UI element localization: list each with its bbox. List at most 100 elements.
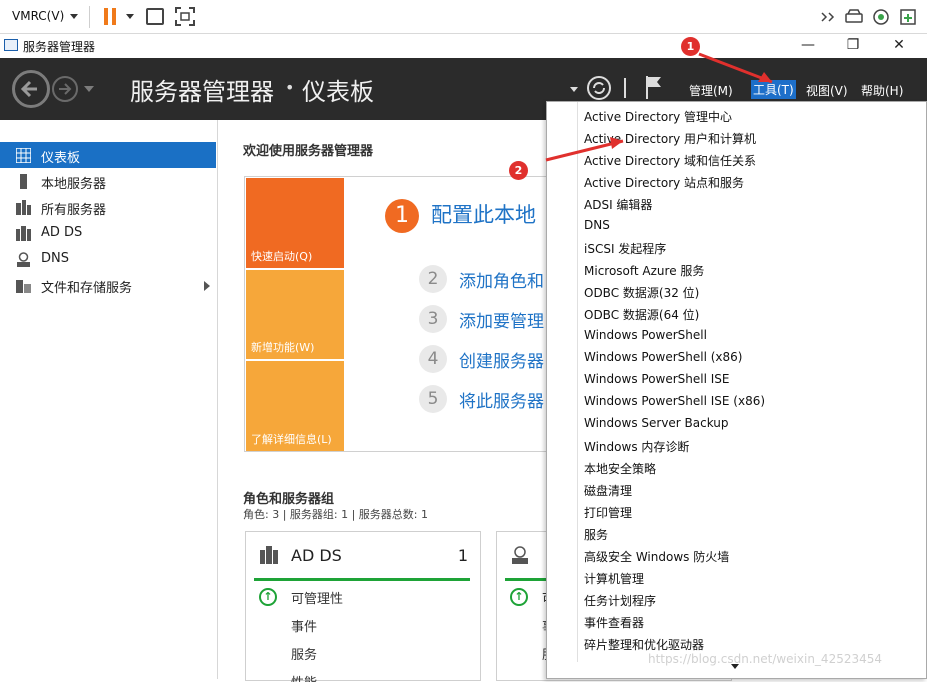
step-number: 3 [419,305,447,333]
annotation-marker-2: 2 [509,161,528,180]
menu-item-iscsi-initiator[interactable]: iSCSI 发起程序 [584,240,666,257]
role-manageability[interactable]: 可管理性 [291,588,343,607]
sidebar-item-label: 本地服务器 [41,177,107,192]
server-icon [16,174,31,189]
menu-item-server-backup[interactable]: Windows Server Backup [584,416,729,430]
toolbar-divider [89,6,90,28]
annotation-marker-1: 1 [681,37,700,56]
menu-item-print-management[interactable]: 打印管理 [584,504,632,521]
menu-item-event-viewer[interactable]: 事件查看器 [584,614,644,631]
sidebar-item-local-server[interactable]: 本地服务器 [0,168,216,194]
menu-item-powershell[interactable]: Windows PowerShell [584,328,707,342]
pause-icon[interactable] [103,8,117,25]
step-link-connect-cloud[interactable]: 将此服务器 [459,387,544,412]
ad-ds-icon [16,226,31,241]
menu-item-task-scheduler[interactable]: 任务计划程序 [584,592,656,609]
menu-item-ad-domains-trusts[interactable]: Active Directory 域和信任关系 [584,152,756,169]
tile-whats-new[interactable]: 新增功能(W) [246,270,344,359]
ad-ds-icon [260,546,278,564]
tile-learn-more[interactable]: 了解详细信息(L) [246,361,344,451]
restore-button[interactable]: ❐ [830,34,876,58]
menu-tools[interactable]: 工具(T) [751,80,796,99]
forward-arrow-icon[interactable] [52,76,78,102]
menu-item-defragment[interactable]: 碎片整理和优化驱动器 [584,636,704,653]
fullscreen-icon[interactable] [175,7,195,26]
chevron-down-icon[interactable] [70,14,78,19]
minimize-button[interactable]: — [785,34,831,58]
menu-item-memory-diagnostic[interactable]: Windows 内存诊断 [584,438,689,455]
network-icon[interactable] [899,8,917,26]
vm-settings-icon[interactable] [872,8,890,26]
menu-item-services[interactable]: 服务 [584,526,608,543]
step-link-create-group[interactable]: 创建服务器 [459,347,544,372]
window-title: 服务器管理器 [23,40,96,54]
breadcrumb-app: 服务器管理器 [130,78,274,106]
close-button[interactable]: ✕ [876,34,922,58]
step-number: 4 [419,345,447,373]
sidebar-item-label: 文件和存储服务 [41,281,133,296]
menu-item-ad-users-computers[interactable]: Active Directory 用户和计算机 [584,130,756,147]
menu-item-powershell-x86[interactable]: Windows PowerShell (x86) [584,350,742,364]
role-events[interactable]: 事件 [291,616,317,635]
roles-section-title: 角色和服务器组 [243,492,335,507]
menu-item-adsi-edit[interactable]: ADSI 编辑器 [584,196,652,213]
menu-view[interactable]: 视图(V) [806,82,848,99]
dns-icon [511,546,529,564]
status-up-arrow-icon: ↑ [259,588,277,606]
step-link-configure[interactable]: 配置此本地 [431,199,536,229]
menu-item-local-security-policy[interactable]: 本地安全策略 [584,460,656,477]
tile-quick-start[interactable]: 快速启动(Q) [246,178,344,268]
status-up-arrow-icon: ↑ [510,588,528,606]
sidebar-item-file-storage[interactable]: 文件和存储服务 [0,272,216,298]
menu-item-powershell-ise-x86[interactable]: Windows PowerShell ISE (x86) [584,394,765,408]
menu-item-odbc-64[interactable]: ODBC 数据源(64 位) [584,306,699,323]
expand-icon[interactable] [820,8,838,26]
sidebar-item-ad-ds[interactable]: AD DS [0,220,216,246]
menu-manage[interactable]: 管理(M) [689,82,733,99]
vmrc-menu[interactable]: VMRC(V) [12,9,64,23]
sidebar-item-label: AD DS [41,225,83,240]
removable-devices-icon[interactable] [845,8,863,26]
back-arrow-icon[interactable] [12,70,50,108]
sidebar: 仪表板 本地服务器 所有服务器 AD DS DNS 文件和存储服务 [0,120,218,679]
sidebar-item-dns[interactable]: DNS [0,246,216,272]
chevron-down-icon[interactable] [126,14,134,19]
menu-item-azure-services[interactable]: Microsoft Azure 服务 [584,262,704,279]
step-link-add-roles[interactable]: 添加角色和 [459,267,544,292]
servers-icon [16,200,31,215]
status-bar [254,578,470,581]
sidebar-item-all-servers[interactable]: 所有服务器 [0,194,216,220]
tile-label: 新增功能(W) [251,341,315,354]
history-dropdown-icon[interactable] [84,86,94,92]
menu-item-firewall[interactable]: 高级安全 Windows 防火墙 [584,548,729,565]
tile-label: 了解详细信息(L) [251,433,332,446]
menu-item-disk-cleanup[interactable]: 磁盘清理 [584,482,632,499]
sidebar-item-label: 所有服务器 [41,203,107,218]
notifications-flag-icon[interactable] [644,74,664,100]
role-performance[interactable]: 性能 [291,672,317,682]
role-count: 1 [457,546,468,565]
menu-item-computer-management[interactable]: 计算机管理 [584,570,644,587]
send-ctrl-alt-del-icon[interactable] [146,8,164,25]
vmrc-toolbar: VMRC(V) [0,0,927,34]
menu-item-ad-sites-services[interactable]: Active Directory 站点和服务 [584,174,744,191]
role-card-ad-ds[interactable]: AD DS 1 ↑ 可管理性 事件 服务 性能 [245,531,481,682]
sidebar-item-label: 仪表板 [41,151,81,166]
sidebar-item-label: DNS [41,251,69,266]
sidebar-item-dashboard[interactable]: 仪表板 [0,142,216,168]
step-number: 5 [419,385,447,413]
menu-item-odbc-32[interactable]: ODBC 数据源(32 位) [584,284,699,301]
chevron-right-icon[interactable] [204,281,210,291]
step-link-add-servers[interactable]: 添加要管理 [459,307,544,332]
window-title-bar: 服务器管理器 — ❐ ✕ [0,34,927,58]
menu-help[interactable]: 帮助(H) [861,82,903,99]
menu-item-powershell-ise[interactable]: Windows PowerShell ISE [584,372,730,386]
role-name: AD DS [291,546,342,565]
menu-item-ad-admin-center[interactable]: Active Directory 管理中心 [584,108,732,125]
tile-label: 快速启动(Q) [251,250,313,263]
refresh-icon[interactable] [587,76,611,100]
role-services[interactable]: 服务 [291,644,317,663]
menu-item-dns[interactable]: DNS [584,218,610,232]
file-storage-icon [16,278,31,293]
chevron-down-icon[interactable] [570,87,578,92]
